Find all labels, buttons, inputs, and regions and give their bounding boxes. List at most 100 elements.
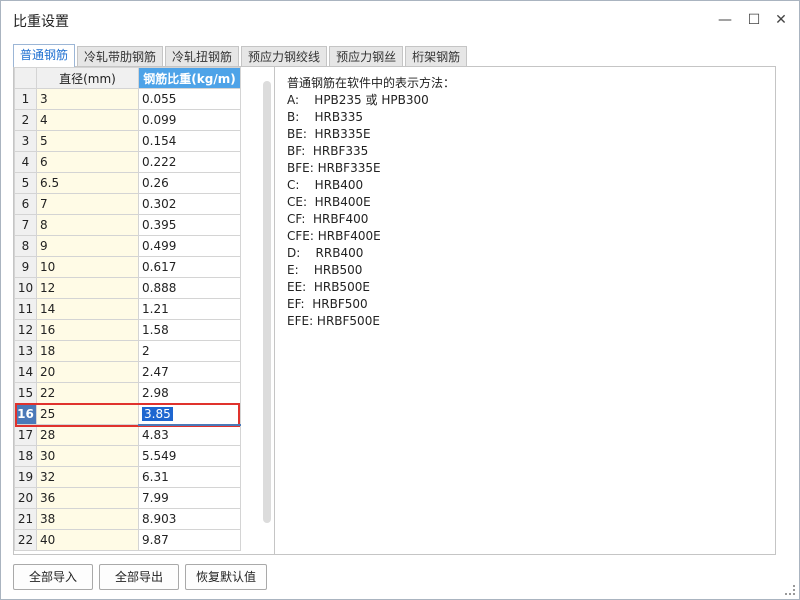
weight-cell[interactable]: 4.83	[138, 424, 241, 446]
row-number[interactable]: 17	[14, 424, 37, 446]
diameter-cell[interactable]: 30	[36, 445, 139, 467]
restore-default-button[interactable]: 恢复默认值	[185, 564, 267, 590]
table-row[interactable]: 12 16 1.58	[14, 319, 241, 341]
table-row[interactable]: 17 28 4.83	[14, 424, 241, 446]
weight-cell[interactable]: 0.302	[138, 193, 241, 215]
table-row[interactable]: 5 6.5 0.26	[14, 172, 241, 194]
header-weight[interactable]: 钢筋比重(kg/m)	[138, 67, 241, 89]
row-number[interactable]: 15	[14, 382, 37, 404]
minimize-icon[interactable]: —	[715, 10, 735, 30]
table-row[interactable]: 10 12 0.888	[14, 277, 241, 299]
row-number[interactable]: 14	[14, 361, 37, 383]
weight-cell[interactable]: 1.21	[138, 298, 241, 320]
weight-cell-editor[interactable]: 3.85	[142, 407, 173, 421]
diameter-cell[interactable]: 28	[36, 424, 139, 446]
weight-cell[interactable]: 1.58	[138, 319, 241, 341]
weight-cell[interactable]: 2	[138, 340, 241, 362]
table-row[interactable]: 7 8 0.395	[14, 214, 241, 236]
row-number[interactable]: 6	[14, 193, 37, 215]
row-number[interactable]: 19	[14, 466, 37, 488]
table-row[interactable]: 21 38 8.903	[14, 508, 241, 530]
weight-cell[interactable]: 0.222	[138, 151, 241, 173]
table-row[interactable]: 1 3 0.055	[14, 88, 241, 110]
diameter-cell[interactable]: 6.5	[36, 172, 139, 194]
diameter-cell[interactable]: 14	[36, 298, 139, 320]
tab-truss-rebar[interactable]: 桁架钢筋	[405, 46, 468, 67]
diameter-cell[interactable]: 32	[36, 466, 139, 488]
row-number[interactable]: 10	[14, 277, 37, 299]
row-number[interactable]: 16	[14, 403, 37, 425]
weight-cell[interactable]: 0.499	[138, 235, 241, 257]
table-row[interactable]: 2 4 0.099	[14, 109, 241, 131]
diameter-cell[interactable]: 40	[36, 529, 139, 551]
table-row[interactable]: 20 36 7.99	[14, 487, 241, 509]
weight-cell[interactable]: 2.47	[138, 361, 241, 383]
close-icon[interactable]: ✕	[771, 10, 791, 30]
diameter-cell[interactable]: 10	[36, 256, 139, 278]
weight-cell[interactable]: 0.154	[138, 130, 241, 152]
table-row[interactable]: 14 20 2.47	[14, 361, 241, 383]
row-number[interactable]: 22	[14, 529, 37, 551]
row-number[interactable]: 11	[14, 298, 37, 320]
weight-cell[interactable]: 2.98	[138, 382, 241, 404]
diameter-cell[interactable]: 16	[36, 319, 139, 341]
table-row[interactable]: 4 6 0.222	[14, 151, 241, 173]
diameter-cell[interactable]: 36	[36, 487, 139, 509]
table-row[interactable]: 8 9 0.499	[14, 235, 241, 257]
diameter-cell[interactable]: 20	[36, 361, 139, 383]
weight-cell[interactable]: 0.395	[138, 214, 241, 236]
diameter-cell[interactable]: 38	[36, 508, 139, 530]
table-row[interactable]: 11 14 1.21	[14, 298, 241, 320]
resize-grip-icon[interactable]	[785, 585, 795, 595]
row-number[interactable]: 9	[14, 256, 37, 278]
row-number[interactable]: 3	[14, 130, 37, 152]
tab-cold-rolled-ribbed[interactable]: 冷轧带肋钢筋	[77, 46, 164, 67]
row-number[interactable]: 7	[14, 214, 37, 236]
table-row[interactable]: 15 22 2.98	[14, 382, 241, 404]
diameter-cell[interactable]: 25	[36, 403, 139, 425]
row-number[interactable]: 20	[14, 487, 37, 509]
weight-cell[interactable]: 0.888	[138, 277, 241, 299]
tab-ordinary-rebar[interactable]: 普通钢筋	[13, 44, 76, 67]
table-row[interactable]: 9 10 0.617	[14, 256, 241, 278]
import-all-button[interactable]: 全部导入	[13, 564, 93, 590]
weight-cell[interactable]: 0.26	[138, 172, 241, 194]
weight-cell[interactable]: 9.87	[138, 529, 241, 551]
row-number[interactable]: 4	[14, 151, 37, 173]
weight-cell[interactable]: 0.055	[138, 88, 241, 110]
corner-cell[interactable]	[14, 67, 37, 89]
diameter-cell[interactable]: 9	[36, 235, 139, 257]
row-number[interactable]: 8	[14, 235, 37, 257]
row-number[interactable]: 21	[14, 508, 37, 530]
diameter-cell[interactable]: 3	[36, 88, 139, 110]
diameter-cell[interactable]: 12	[36, 277, 139, 299]
table-row[interactable]: 13 18 2	[14, 340, 241, 362]
diameter-cell[interactable]: 7	[36, 193, 139, 215]
weight-cell[interactable]: 5.549	[138, 445, 241, 467]
diameter-cell[interactable]: 5	[36, 130, 139, 152]
row-number[interactable]: 1	[14, 88, 37, 110]
table-row[interactable]: 22 40 9.87	[14, 529, 241, 551]
grid-scrollbar[interactable]	[263, 81, 271, 523]
row-number[interactable]: 18	[14, 445, 37, 467]
table-row[interactable]: 18 30 5.549	[14, 445, 241, 467]
weight-cell[interactable]: 0.099	[138, 109, 241, 131]
diameter-cell[interactable]: 6	[36, 151, 139, 173]
tab-prestressed-strand[interactable]: 预应力钢绞线	[241, 46, 328, 67]
table-row[interactable]: 3 5 0.154	[14, 130, 241, 152]
table-row[interactable]: 6 7 0.302	[14, 193, 241, 215]
maximize-icon[interactable]: ☐	[744, 10, 764, 30]
tab-cold-rolled-twisted[interactable]: 冷轧扭钢筋	[165, 46, 240, 67]
weight-cell[interactable]: 7.99	[138, 487, 241, 509]
row-number[interactable]: 12	[14, 319, 37, 341]
table-row[interactable]: 16 25 3.85	[14, 403, 241, 425]
weight-cell[interactable]: 6.31	[138, 466, 241, 488]
export-all-button[interactable]: 全部导出	[99, 564, 179, 590]
weight-cell[interactable]: 0.617	[138, 256, 241, 278]
diameter-cell[interactable]: 4	[36, 109, 139, 131]
row-number[interactable]: 2	[14, 109, 37, 131]
row-number[interactable]: 5	[14, 172, 37, 194]
diameter-cell[interactable]: 22	[36, 382, 139, 404]
row-number[interactable]: 13	[14, 340, 37, 362]
weight-cell[interactable]: 8.903	[138, 508, 241, 530]
